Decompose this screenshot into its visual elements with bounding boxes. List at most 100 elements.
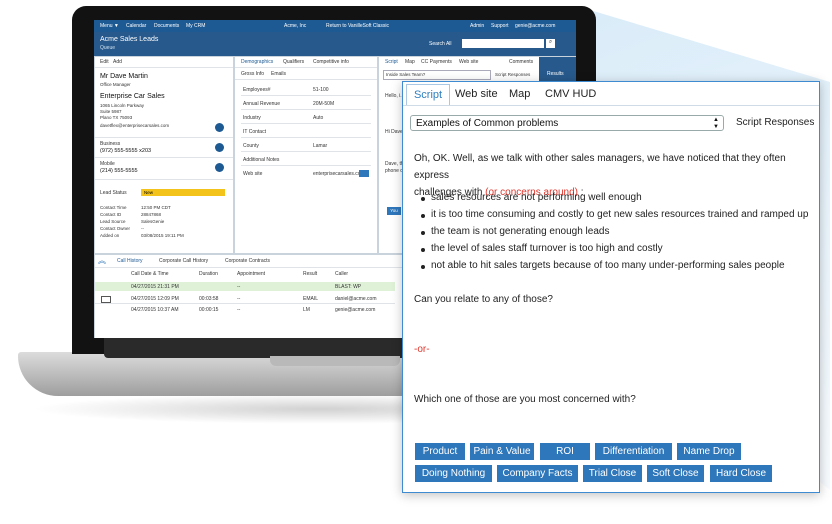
results-label[interactable]: Results bbox=[547, 71, 564, 77]
crm-topbar: Menu ▼ Calendar Documents My CRM Acme, I… bbox=[94, 20, 576, 32]
lead-field-value: SalesGenie bbox=[141, 219, 165, 224]
lead-field-label: Contact Time bbox=[100, 205, 127, 210]
lead-field-label: Contact Owner bbox=[100, 226, 131, 231]
phone-icon[interactable] bbox=[215, 143, 224, 152]
question-concerned: Which one of those are you most concerne… bbox=[414, 394, 636, 405]
mobile-phone[interactable]: (214) 555-5555 bbox=[100, 168, 138, 174]
support-link[interactable]: Support bbox=[491, 23, 509, 29]
roi-button[interactable]: ROI bbox=[540, 443, 590, 460]
demo-label: Annual Revenue bbox=[243, 101, 280, 107]
crm-title: Acme Sales Leads bbox=[100, 36, 159, 43]
lead-field-label: Lead Source bbox=[100, 219, 126, 224]
business-label: Business bbox=[100, 141, 121, 147]
search-input[interactable] bbox=[462, 39, 544, 48]
doing-nothing-button[interactable]: Doing Nothing bbox=[415, 465, 492, 482]
lead-field-value: 28847868 bbox=[141, 212, 162, 217]
script-hud-popup: Script Web site Map CMV HUD Examples of … bbox=[402, 81, 820, 493]
documents-link[interactable]: Documents bbox=[154, 23, 179, 29]
tab-cc-payments[interactable]: CC Payments bbox=[421, 59, 452, 65]
script-button-small[interactable]: You bbox=[387, 207, 401, 215]
website-link[interactable]: enterprisecarsales.com bbox=[313, 171, 365, 177]
script-select[interactable]: Examples of Common problems ▲ ▼ bbox=[410, 115, 724, 131]
tab-website-small[interactable]: Web site bbox=[459, 59, 478, 65]
history-cell: 00:03:58 bbox=[199, 296, 219, 302]
my-crm-link[interactable]: My CRM bbox=[186, 23, 205, 29]
mobile-label: Mobile bbox=[100, 161, 115, 167]
tab-competitive-info[interactable]: Competitive info bbox=[313, 59, 349, 65]
bullet-item: sales resources are not performing well … bbox=[421, 192, 642, 203]
demographics-panel: Demographics Qualifiers Competitive info… bbox=[234, 56, 378, 254]
mobile-phone-icon[interactable] bbox=[215, 163, 224, 172]
lead-field-value: 12:50 PM CDT bbox=[141, 205, 171, 210]
demo-label: Web site bbox=[243, 171, 263, 177]
subtab-emails[interactable]: Emails bbox=[271, 71, 286, 77]
subtab-gross-info[interactable]: Gross Info bbox=[241, 71, 264, 77]
tab-script-small[interactable]: Script bbox=[385, 59, 398, 65]
product-button[interactable]: Product bbox=[415, 443, 465, 460]
admin-link[interactable]: Admin bbox=[470, 23, 484, 29]
script-select-small[interactable]: Inside Sales Team? bbox=[383, 70, 491, 80]
tab-divider bbox=[403, 105, 819, 106]
tab-website[interactable]: Web site bbox=[455, 88, 498, 100]
email-icon[interactable] bbox=[215, 123, 224, 132]
intro-text: Oh, OK. Well, as we talk with other sale… bbox=[414, 153, 786, 181]
tab-qualifiers[interactable]: Qualifiers bbox=[283, 59, 304, 65]
hard-close-button[interactable]: Hard Close bbox=[710, 465, 772, 482]
history-cell: 04/27/2015 12:09 PM bbox=[131, 296, 179, 302]
bullet-item: the team is not generating enough leads bbox=[420, 226, 610, 237]
tab-corporate-call-history[interactable]: Corporate Call History bbox=[159, 258, 208, 264]
go-icon[interactable] bbox=[359, 170, 369, 177]
differentiation-button[interactable]: Differentiation bbox=[595, 443, 672, 460]
tab-corporate-contracts[interactable]: Corporate Contracts bbox=[225, 258, 270, 264]
lead-status-select[interactable]: New bbox=[141, 189, 225, 196]
business-phone[interactable]: (972) 555-5555 x203 bbox=[100, 148, 151, 154]
contact-email[interactable]: davetflex@enterprisecarsales.com bbox=[100, 123, 169, 128]
col-header: Appointment bbox=[237, 271, 266, 277]
tab-cmv-hud[interactable]: CMV HUD bbox=[545, 88, 596, 100]
tab-call-history[interactable]: Call History bbox=[117, 258, 143, 264]
contact-role: Office Manager bbox=[100, 82, 131, 87]
edit-link[interactable]: Edit bbox=[100, 59, 109, 65]
script-responses-small[interactable]: Script Responses bbox=[495, 72, 530, 77]
history-cell: genie@acme.com bbox=[335, 307, 376, 313]
name-drop-button[interactable]: Name Drop bbox=[677, 443, 741, 460]
collapse-icon[interactable]: ︽ bbox=[95, 255, 109, 267]
add-link[interactable]: Add bbox=[113, 59, 122, 65]
contact-company: Enterprise Car Sales bbox=[100, 93, 165, 100]
search-label: Search All bbox=[429, 41, 452, 47]
demo-label: Additional Notes bbox=[243, 157, 280, 163]
tab-script[interactable]: Script bbox=[406, 84, 450, 105]
script-responses-label[interactable]: Script Responses bbox=[736, 115, 814, 131]
col-header: Caller bbox=[335, 271, 349, 277]
demo-label: IT Contact bbox=[243, 129, 266, 135]
tab-comments[interactable]: Comments bbox=[509, 59, 533, 65]
history-cell: -- bbox=[237, 296, 241, 302]
history-cell: 00:00:15 bbox=[199, 307, 219, 313]
col-header: Duration bbox=[199, 271, 218, 277]
laptop-notch bbox=[270, 356, 400, 366]
company-facts-button[interactable]: Company Facts bbox=[497, 465, 578, 482]
crm-header: Acme Sales Leads Queue Search All ⌕ bbox=[94, 32, 576, 56]
history-cell: 04/27/2015 21:31 PM bbox=[131, 284, 179, 290]
select-arrows-icon: ▲ ▼ bbox=[713, 117, 719, 130]
demo-label: County bbox=[243, 143, 259, 149]
demo-value: 51-100 bbox=[313, 87, 329, 93]
search-icon[interactable]: ⌕ bbox=[546, 39, 555, 48]
lead-field-label: Contact ID bbox=[100, 212, 122, 217]
demo-value: Lamar bbox=[313, 143, 328, 149]
pain-value-button[interactable]: Pain & Value bbox=[470, 443, 534, 460]
tab-map[interactable]: Map bbox=[509, 88, 530, 100]
history-cell: EMAIL bbox=[303, 296, 319, 302]
crm-subtitle: Queue bbox=[100, 45, 116, 51]
trial-close-button[interactable]: Trial Close bbox=[583, 465, 642, 482]
bullet-item: it is too time consuming and costly to g… bbox=[420, 209, 809, 220]
menu-link[interactable]: Menu ▼ bbox=[100, 23, 119, 29]
history-cell: BLAST: WP bbox=[335, 284, 362, 290]
history-cell: daniel@acme.com bbox=[335, 296, 377, 302]
return-link[interactable]: Return to VanilleSoft Classic bbox=[326, 23, 389, 29]
tab-map-small[interactable]: Map bbox=[405, 59, 415, 65]
calendar-link[interactable]: Calendar bbox=[126, 23, 146, 29]
soft-close-button[interactable]: Soft Close bbox=[647, 465, 704, 482]
history-cell: -- bbox=[237, 307, 241, 313]
tab-demographics[interactable]: Demographics bbox=[241, 59, 273, 65]
